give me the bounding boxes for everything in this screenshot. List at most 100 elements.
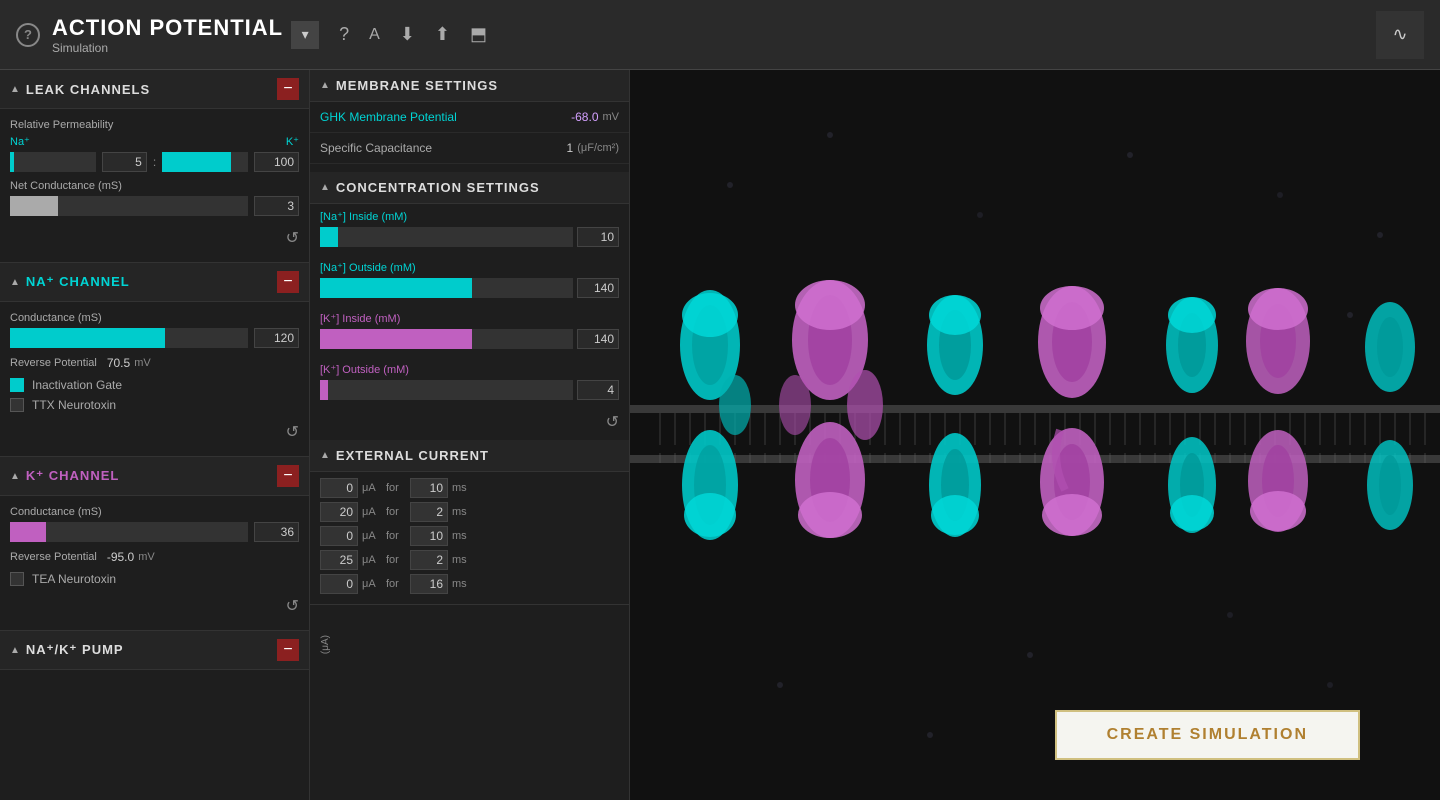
k-conductance-row: 36 <box>10 522 299 542</box>
topbar: ? ACTION POTENTIAL Simulation ▾ ? A ⬇ ⬆ … <box>0 0 1440 70</box>
ext-ms-1: ms <box>452 506 467 518</box>
leak-reset-button[interactable]: ↺ <box>286 228 299 248</box>
capacitance-row: Specific Capacitance 1 (μF/cm²) <box>310 133 629 164</box>
ext-dur-4[interactable]: 16 <box>410 574 448 594</box>
net-conductance-slider[interactable] <box>10 196 248 216</box>
ext-for-1: for <box>386 506 406 518</box>
pump-collapse-button[interactable]: − <box>277 639 299 661</box>
dropdown-button[interactable]: ▾ <box>291 21 319 49</box>
na-reset-row: ↺ <box>10 418 299 446</box>
k-conductance-value[interactable]: 36 <box>254 522 299 542</box>
ext-val-1[interactable]: 20 <box>320 502 358 522</box>
na-inside-label: [Na⁺] Inside (mM) <box>320 210 619 223</box>
tea-row: TEA Neurotoxin <box>10 572 299 586</box>
ext-for-2: for <box>386 530 406 542</box>
ext-val-2[interactable]: 0 <box>320 526 358 546</box>
k-collapse-button[interactable]: − <box>277 465 299 487</box>
na-inside-value[interactable]: 10 <box>577 227 619 247</box>
upload-icon[interactable]: ⬆ <box>435 24 450 45</box>
ext-for-4: for <box>386 578 406 590</box>
help-icon[interactable]: ? <box>339 24 349 45</box>
create-simulation-button[interactable]: CREATE SIMULATION <box>1055 710 1360 760</box>
na-conductance-slider[interactable] <box>10 328 248 348</box>
na-arrow-icon: ▲ <box>10 277 20 288</box>
na-k-pump-header[interactable]: ▲ NA⁺/K⁺ PUMP − <box>0 631 309 670</box>
help-button[interactable]: ? <box>16 23 40 47</box>
na-permeability-value[interactable]: 5 <box>102 152 147 172</box>
ext-dur-2[interactable]: 10 <box>410 526 448 546</box>
k-outside-slider-row: 4 <box>320 380 619 400</box>
ghk-label: GHK Membrane Potential <box>320 110 571 124</box>
net-conductance-value[interactable]: 3 <box>254 196 299 216</box>
concentration-reset-button[interactable]: ↺ <box>606 412 619 432</box>
membrane-visualization <box>630 70 1440 800</box>
k-reverse-potential-row: Reverse Potential -95.0 mV <box>10 550 299 564</box>
na-conductance-row: 120 <box>10 328 299 348</box>
k-permeability-slider[interactable] <box>162 152 248 172</box>
k-outside-slider[interactable] <box>320 380 573 400</box>
k-outside-value[interactable]: 4 <box>577 380 619 400</box>
k-channel-header[interactable]: ▲ K⁺ CHANNEL − <box>0 457 309 496</box>
y-axis-label: (μA) <box>320 635 331 654</box>
k-reset-button[interactable]: ↺ <box>286 596 299 616</box>
ext-unit-3: μA <box>362 554 382 566</box>
concentration-settings-header[interactable]: ▲ CONCENTRATION SETTINGS <box>310 172 629 204</box>
na-inside-row: [Na⁺] Inside (mM) 10 <box>310 204 629 255</box>
ext-unit-4: μA <box>362 578 382 590</box>
na-channel-header[interactable]: ▲ NA⁺ CHANNEL − <box>0 263 309 302</box>
tea-checkbox[interactable] <box>10 572 24 586</box>
ext-val-0[interactable]: 0 <box>320 478 358 498</box>
na-outside-value[interactable]: 140 <box>577 278 619 298</box>
font-icon[interactable]: A <box>369 26 380 44</box>
na-permeability-slider[interactable] <box>10 152 96 172</box>
concentration-reset-row: ↺ <box>310 408 629 436</box>
na-reset-button[interactable]: ↺ <box>286 422 299 442</box>
k-label: K⁺ <box>286 135 299 148</box>
ext-ms-0: ms <box>452 482 467 494</box>
external-current-header[interactable]: ▲ EXTERNAL CURRENT <box>310 440 629 472</box>
ttx-checkbox[interactable] <box>10 398 24 412</box>
ext-ms-2: ms <box>452 530 467 542</box>
k-permeability-value[interactable]: 100 <box>254 152 299 172</box>
k-conductance-slider[interactable] <box>10 522 248 542</box>
relative-permeability-label: Relative Permeability <box>10 119 299 131</box>
export-icon[interactable]: ⬒ <box>470 24 487 45</box>
ext-for-3: for <box>386 554 406 566</box>
ext-val-4[interactable]: 0 <box>320 574 358 594</box>
k-outside-label: [K⁺] Outside (mM) <box>320 363 619 376</box>
permeability-sliders-row: 5 : 100 <box>10 152 299 172</box>
ext-ms-3: ms <box>452 554 467 566</box>
membrane-settings-header[interactable]: ▲ MEMBRANE SETTINGS <box>310 70 629 102</box>
na-reverse-potential-label: Reverse Potential <box>10 357 97 369</box>
na-conductance-value[interactable]: 120 <box>254 328 299 348</box>
k-reset-row: ↺ <box>10 592 299 620</box>
na-outside-slider[interactable] <box>320 278 573 298</box>
na-conductance-label: Conductance (mS) <box>10 312 299 324</box>
na-collapse-button[interactable]: − <box>277 271 299 293</box>
waveform-button[interactable]: ∿ <box>1376 11 1424 59</box>
waveform-icon: ∿ <box>1392 24 1407 45</box>
k-channel-body: Conductance (mS) 36 Reverse Potential -9… <box>0 496 309 631</box>
ext-dur-3[interactable]: 2 <box>410 550 448 570</box>
k-reverse-potential-unit: mV <box>138 551 155 563</box>
membrane-arrow-icon: ▲ <box>320 80 330 91</box>
ext-unit-0: μA <box>362 482 382 494</box>
k-reverse-potential-label: Reverse Potential <box>10 551 97 563</box>
leak-collapse-button[interactable]: − <box>277 78 299 100</box>
na-inside-slider[interactable] <box>320 227 573 247</box>
ext-unit-2: μA <box>362 530 382 542</box>
leak-channels-header[interactable]: ▲ LEAK CHANNELS − <box>0 70 309 109</box>
inactivation-gate-checkbox[interactable] <box>10 378 24 392</box>
concentration-settings-title: CONCENTRATION SETTINGS <box>336 180 619 195</box>
k-inside-value[interactable]: 140 <box>577 329 619 349</box>
ext-dur-0[interactable]: 10 <box>410 478 448 498</box>
k-outside-row: [K⁺] Outside (mM) 4 <box>310 357 629 408</box>
na-channel-body: Conductance (mS) 120 Reverse Potential 7… <box>0 302 309 457</box>
download-icon[interactable]: ⬇ <box>400 24 415 45</box>
ext-dur-1[interactable]: 2 <box>410 502 448 522</box>
ext-val-3[interactable]: 25 <box>320 550 358 570</box>
k-conductance-label: Conductance (mS) <box>10 506 299 518</box>
ghk-row: GHK Membrane Potential -68.0 mV <box>310 102 629 133</box>
k-inside-slider[interactable] <box>320 329 573 349</box>
tea-label: TEA Neurotoxin <box>32 572 116 586</box>
